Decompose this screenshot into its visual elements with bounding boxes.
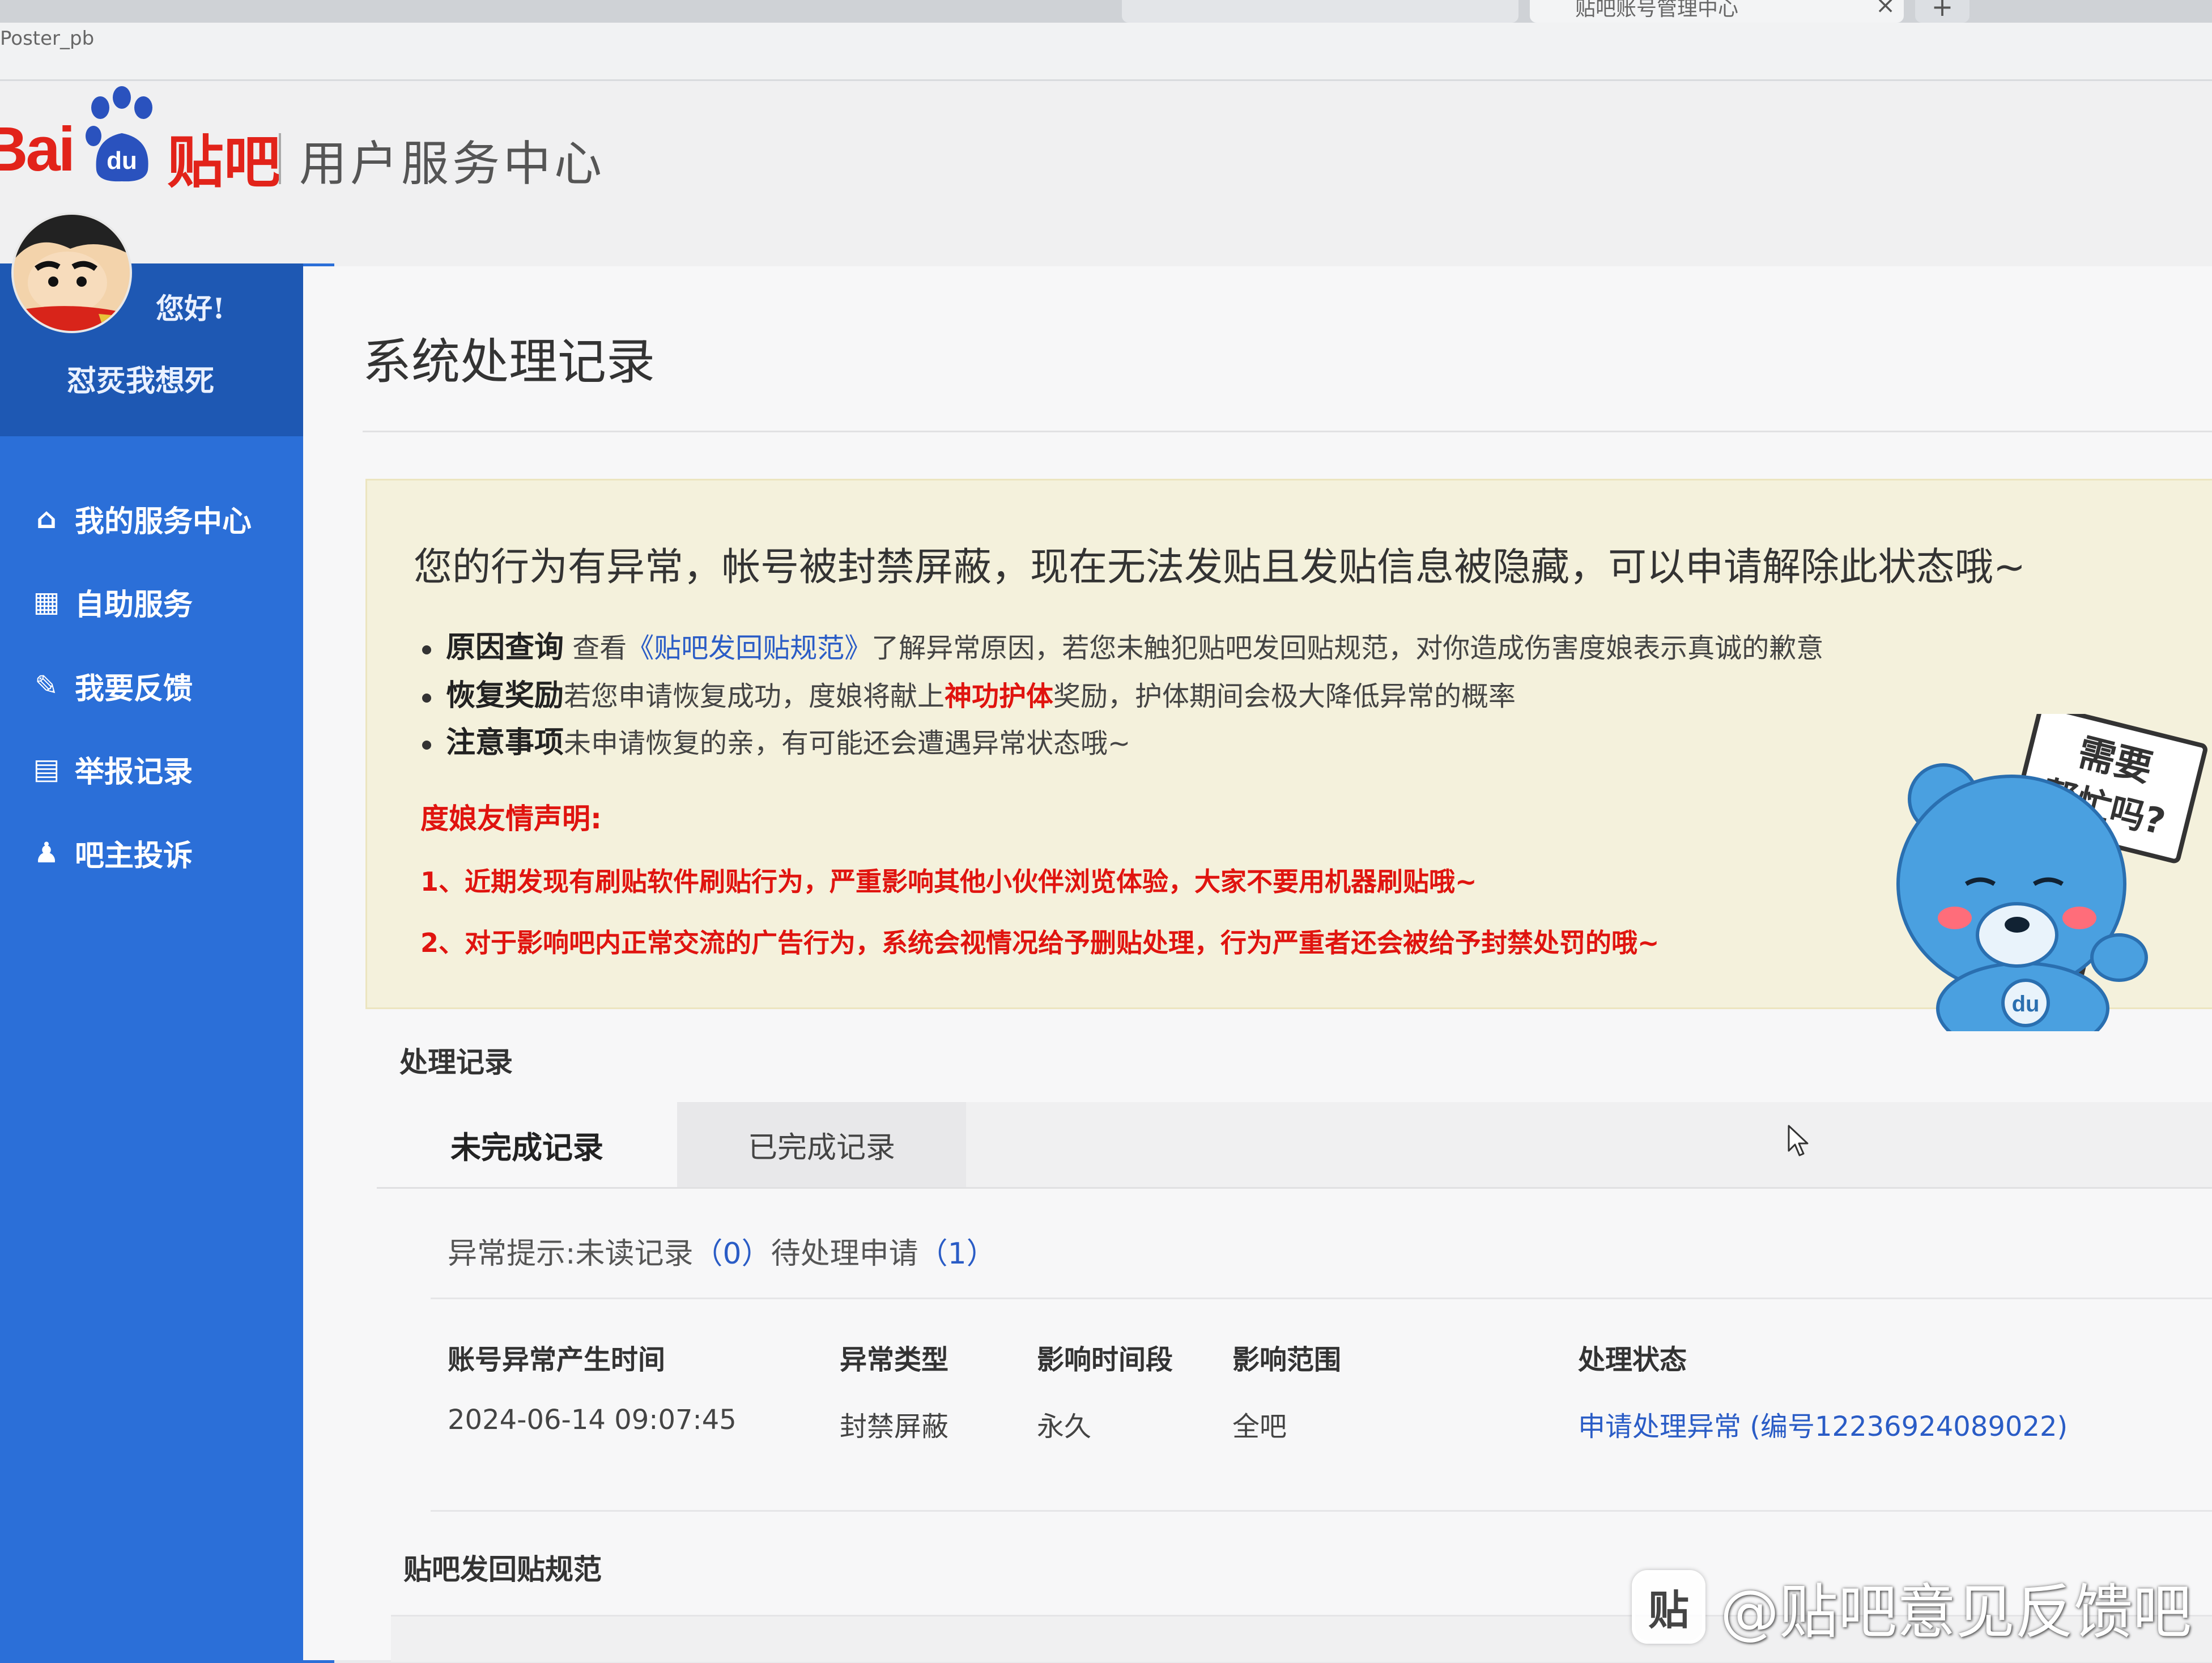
column-header-type: 异常类型 [840,1344,949,1376]
edit-icon: ✎ [35,669,58,702]
table-cell-duration: 永久 [1037,1411,1092,1443]
table-cell-time: 2024-06-14 09:07:45 [448,1404,737,1436]
header-divider [279,133,281,184]
appeal-status-link[interactable]: 申请处理异常 (编号12236924089022) [1578,1404,2068,1444]
sidebar-item-label: 自助服务 [75,588,193,622]
bullet-text: 了解异常原因，若您未触犯贴吧发回贴规范，对你造成伤害度娘表示真诚的歉意 [871,632,1824,664]
column-header-duration: 影响时间段 [1037,1344,1173,1376]
bullet-text: 查看 [564,632,627,664]
new-tab-button[interactable]: + [1915,0,1969,23]
mouse-cursor-icon [1788,1125,1809,1156]
sidebar-item-moderator-complaint[interactable]: ♟ 吧主投诉 [28,824,300,881]
clipboard-icon: ▤ [33,752,60,785]
page-title: 系统处理记录 [363,334,655,390]
bell-icon: ♟ [33,836,59,869]
mascot-badge-text: du [2012,992,2040,1016]
browser-tab-title[interactable]: 贴吧账号管理中心 [1575,0,1738,22]
close-tab-icon[interactable]: × [1875,0,1895,19]
pending-label: 待处理申请 [771,1237,918,1271]
sidebar-item-feedback[interactable]: ✎ 我要反馈 [28,657,300,714]
grid-icon: ▦ [33,585,60,618]
sidebar-item-label: 我要反馈 [75,671,193,706]
watermark-text: @贴吧意见反馈吧 [1720,1577,2192,1647]
bookmark-item[interactable]: Poster_pb [0,27,94,50]
anomaly-hint: 异常提示:未读记录（0）待处理申请（1） [448,1230,996,1272]
notice-bullet-reason: 原因查询 查看《贴吧发回贴规范》了解异常原因，若您未触犯贴吧发回贴规范，对你造成… [422,623,1823,666]
tieba-watermark-icon: 贴 [1632,1570,1705,1644]
declaration-title: 度娘友情声明: [420,802,602,835]
title-divider [363,431,2212,432]
hint-label: 异常提示: [448,1237,576,1271]
reward-highlight: 神功护体 [945,680,1054,712]
bullet-key: 原因查询 [446,631,564,665]
sidebar-item-label: 举报记录 [75,755,193,789]
hint-divider [431,1298,2212,1299]
rules-link[interactable]: 《贴吧发回贴规范》 [627,632,871,664]
bullet-text: 若您申请恢复成功，度娘将献上 [564,680,945,712]
bullet-dot [422,645,431,654]
sidebar-item-label: 吧主投诉 [75,839,193,873]
records-section-title: 处理记录 [399,1046,513,1079]
tab-unfinished-records[interactable]: 未完成记录 [377,1102,677,1187]
greeting-text: 您好! [156,292,225,325]
watermark: 贴 @贴吧意见反馈吧 [1632,1564,2192,1649]
sidebar-item-label: 我的服务中心 [75,504,252,539]
bullet-key: 注意事项 [446,726,564,760]
declaration-item: 2、对于影响吧内正常交流的广告行为，系统会视情况给予删贴处理，行为严重者还会被给… [420,928,1660,958]
baidu-paw-logo-icon[interactable]: du [82,85,161,187]
declaration-item: 1、近期发现有刷贴软件刷贴行为，严重影响其他小伙伴浏览体验，大家不要用机器刷贴哦… [420,866,1477,897]
table-cell-type: 封禁屏蔽 [840,1411,949,1443]
username-text: 怼烎我想死 [67,364,215,398]
sidebar [0,263,334,1663]
baidu-logo-text[interactable]: Bai [0,113,75,185]
unread-count-link[interactable]: （0） [694,1237,771,1271]
table-cell-scope: 全吧 [1232,1411,1287,1443]
sidebar-item-service-center[interactable]: ⌂ 我的服务中心 [28,490,300,547]
user-avatar[interactable] [11,212,132,333]
bullet-text: 奖励，护体期间会极大降低异常的概率 [1053,680,1516,712]
notice-headline: 您的行为有异常，帐号被封禁屏蔽，现在无法发贴且发贴信息被隐藏，可以申请解除此状态… [414,545,2026,590]
notice-bullet-reward: 恢复奖励若您申请恢复成功，度娘将献上神功护体奖励，护体期间会极大降低异常的概率 [422,671,1516,714]
help-bear-mascot[interactable]: 需要 帮忙吗? du [1881,714,2212,1031]
column-header-scope: 影响范围 [1232,1344,1342,1376]
column-header-time: 账号异常产生时间 [448,1344,666,1376]
sidebar-item-report-records[interactable]: ▤ 举报记录 [28,741,300,797]
unread-label: 未读记录 [575,1237,694,1271]
tab-finished-records[interactable]: 已完成记录 [677,1102,966,1187]
rules-section-title: 贴吧发回贴规范 [403,1553,602,1586]
bullet-dot [422,741,431,750]
home-icon: ⌂ [36,502,57,535]
browser-tab-inactive[interactable] [1122,0,1518,23]
tieba-logo-text[interactable]: 贴吧 [167,116,280,198]
pending-count-link[interactable]: （1） [918,1237,996,1271]
notice-bullet-caution: 注意事项未申请恢复的亲，有可能还会遭遇异常状态哦~ [422,718,1130,761]
header-title: 用户服务中心 [299,136,606,192]
table-row-divider [431,1510,2212,1512]
bookmarks-bar [0,23,2212,81]
sidebar-item-self-service[interactable]: ▦ 自助服务 [28,573,300,630]
baidu-du-text: du [107,147,137,175]
column-header-status: 处理状态 [1578,1344,1687,1376]
bullet-key: 恢复奖励 [446,679,564,713]
bullet-dot [422,694,431,703]
bullet-text: 未申请恢复的亲，有可能还会遭遇异常状态哦~ [564,728,1131,759]
